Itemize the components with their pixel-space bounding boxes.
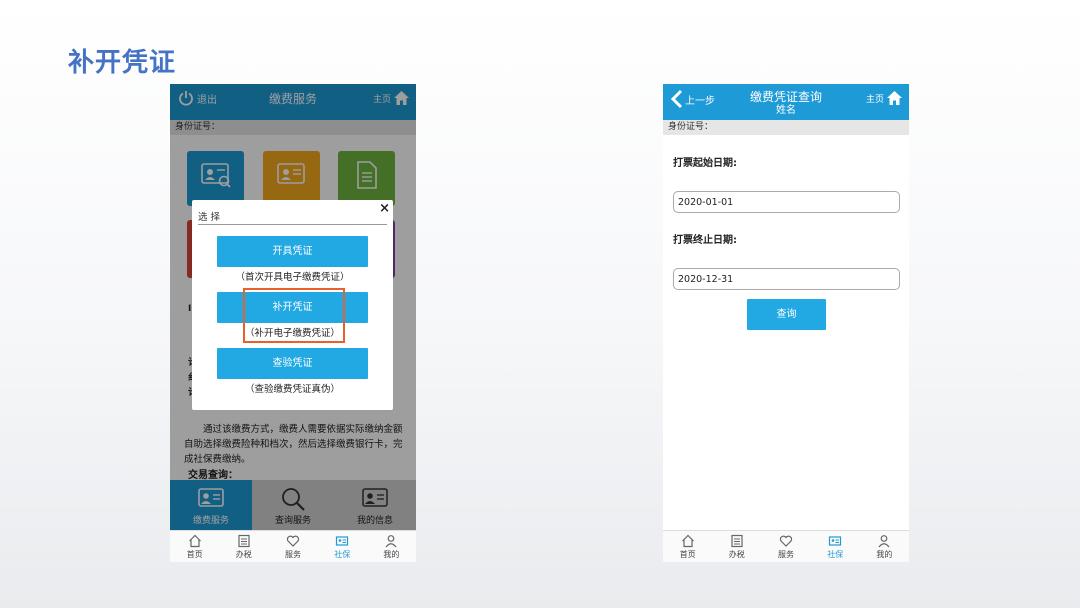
home-button[interactable]: 主页 (866, 90, 903, 106)
id-number-row: 身份证号： (663, 120, 909, 135)
nav-label: 首页 (186, 550, 203, 559)
nav-label: 办税 (728, 550, 745, 559)
dialog-divider (198, 224, 387, 225)
phone-screen-payment-service: 退出 缴费服务 主页 身份证号： I 通过该缴费方式，缴费人需要依据实际缴纳金额… (170, 84, 416, 562)
home-label: 主页 (865, 94, 884, 105)
nav-label: 社保 (827, 550, 844, 559)
phone-screen-voucher-query: 上一步 缴费凭证查询 姓名 主页 身份证号： 打票起始日期: 打票终止日期: 查… (663, 84, 909, 562)
select-dialog: 选 择 × 开具凭证 （首次开具电子缴费凭证） 补开凭证 （补开电子缴费凭证） … (192, 200, 393, 410)
bottom-nav-social-security[interactable]: 社保 (318, 531, 367, 562)
verify-voucher-desc: （查验缴费凭证真伪） (244, 384, 340, 395)
verify-voucher-button[interactable]: 查验凭证 (217, 348, 368, 379)
slide-title: 补开凭证 (68, 48, 177, 78)
issue-voucher-desc: （首次开具电子缴费凭证） (235, 272, 350, 283)
bottom-nav-home[interactable]: 首页 (663, 531, 712, 562)
bottom-nav: 首页 办税 服务 社保 我的 (663, 530, 909, 562)
nav-label: 办税 (235, 550, 252, 559)
bottom-nav-service[interactable]: 服务 (761, 531, 810, 562)
bottom-nav-mine[interactable]: 我的 (367, 531, 416, 562)
highlight-box (243, 288, 345, 343)
house-icon (681, 534, 694, 548)
page-subtitle-name: 姓名 (776, 105, 796, 116)
nav-label: 首页 (679, 550, 696, 559)
heart-icon (286, 535, 300, 547)
start-date-label: 打票起始日期: (673, 158, 737, 169)
list-icon (238, 534, 250, 548)
id-card-icon (336, 536, 349, 546)
bottom-nav: 首页 办税 服务 社保 我的 (170, 530, 416, 562)
nav-label: 我的 (383, 550, 400, 559)
nav-label: 我的 (876, 550, 893, 559)
dialog-title: 选 择 (198, 212, 221, 223)
issue-voucher-button[interactable]: 开具凭证 (217, 236, 368, 267)
id-card-icon (829, 536, 842, 546)
close-icon[interactable]: × (379, 202, 390, 215)
query-button[interactable]: 查询 (747, 299, 826, 330)
bottom-nav-home[interactable]: 首页 (170, 531, 219, 562)
house-icon (188, 534, 201, 548)
bottom-nav-service[interactable]: 服务 (268, 531, 317, 562)
user-icon (385, 535, 397, 548)
bottom-nav-social-security[interactable]: 社保 (811, 531, 860, 562)
nav-label: 社保 (334, 550, 351, 559)
bottom-nav-tax[interactable]: 办税 (219, 531, 268, 562)
nav-label: 服务 (778, 550, 794, 559)
end-date-input[interactable] (673, 268, 900, 290)
list-icon (731, 534, 743, 548)
bottom-nav-tax[interactable]: 办税 (712, 531, 761, 562)
end-date-label: 打票终止日期: (673, 235, 737, 246)
heart-icon (779, 535, 793, 547)
nav-label: 服务 (285, 550, 301, 559)
home-icon (887, 91, 902, 105)
user-icon (878, 535, 890, 548)
bottom-nav-mine[interactable]: 我的 (860, 531, 909, 562)
top-bar: 上一步 缴费凭证查询 姓名 主页 (663, 84, 909, 120)
start-date-input[interactable] (673, 191, 900, 213)
